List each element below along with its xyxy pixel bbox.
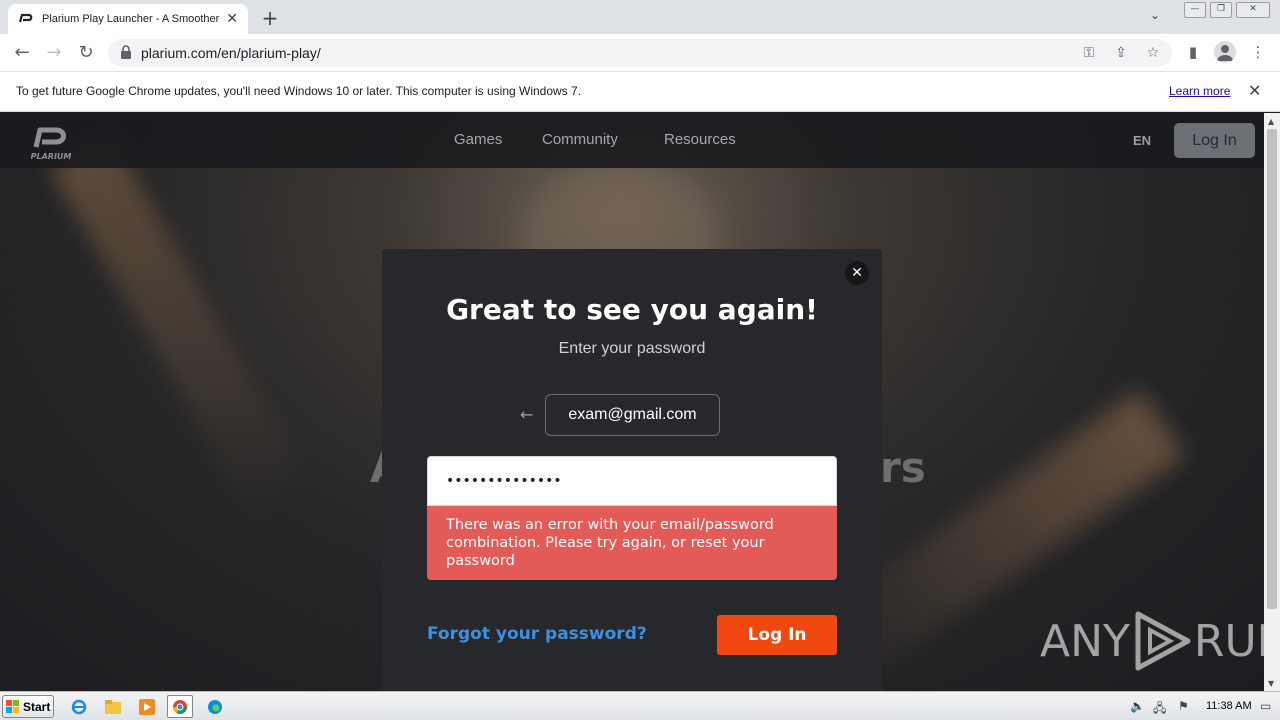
header-login-button[interactable]: Log In	[1174, 123, 1255, 158]
modal-close-icon[interactable]: ✕	[845, 261, 869, 285]
media-player-icon[interactable]	[134, 695, 160, 718]
error-message: There was an error with your email/passw…	[427, 506, 837, 580]
windows-taskbar: Start 🔈 🖧 ⚑ 11:38 AM ▭	[0, 691, 1280, 720]
chrome-icon[interactable]	[167, 695, 193, 718]
language-selector[interactable]: EN	[1133, 133, 1151, 148]
window-close-button[interactable]: ✕	[1236, 2, 1270, 18]
hero-heading-fragment: rs	[880, 443, 926, 492]
play-triangle-icon	[1135, 611, 1191, 671]
site-header: PLARIUM Games Community Resources EN Log…	[0, 113, 1264, 168]
learn-more-link[interactable]: Learn more	[1169, 84, 1230, 98]
scroll-up-arrow-icon[interactable]: ▲	[1268, 117, 1274, 126]
modal-subtitle: Enter your password	[558, 340, 706, 357]
anyrun-watermark: ANY RUN	[1040, 610, 1264, 672]
show-desktop-icon[interactable]: ▭	[1260, 699, 1271, 713]
modal-title: Great to see you again!	[446, 293, 818, 326]
side-panel-icon[interactable]: ▮	[1183, 43, 1203, 63]
minimize-button[interactable]: —	[1184, 2, 1206, 18]
tab-close-icon[interactable]: ✕	[226, 11, 238, 27]
tab-search-chevron-icon[interactable]: ⌄	[1150, 8, 1160, 22]
windows-logo-icon	[6, 699, 19, 713]
nav-games[interactable]: Games	[454, 131, 502, 148]
new-tab-button[interactable]: +	[258, 6, 282, 30]
logo-wordmark: PLARIUM	[31, 152, 72, 161]
file-explorer-icon[interactable]	[100, 695, 126, 718]
infobar-close-icon[interactable]: ✕	[1248, 81, 1261, 100]
page-scrollbar[interactable]: ▲ ▼	[1264, 113, 1280, 691]
forgot-password-link[interactable]: Forgot your password?	[427, 624, 647, 644]
nav-community[interactable]: Community	[542, 131, 618, 148]
login-submit-button[interactable]: Log In	[717, 615, 837, 655]
password-field[interactable]	[427, 456, 837, 506]
nav-resources[interactable]: Resources	[664, 131, 736, 148]
scroll-down-arrow-icon[interactable]: ▼	[1268, 679, 1274, 688]
plarium-logo[interactable]: PLARIUM	[24, 122, 78, 162]
scrollbar-thumb[interactable]	[1267, 129, 1277, 609]
hero-background-streak	[49, 133, 321, 533]
action-center-flag-icon[interactable]: ⚑	[1178, 699, 1189, 713]
browser-tab[interactable]: Plarium Play Launcher - A Smoother ✕	[8, 4, 248, 34]
watermark-text-right: RUN	[1193, 615, 1264, 667]
plarium-favicon-icon	[18, 13, 33, 23]
lock-icon	[121, 45, 131, 59]
reload-icon[interactable]: ↻	[75, 42, 97, 64]
profile-avatar-icon[interactable]	[1214, 41, 1236, 63]
back-arrow-icon[interactable]: ←	[11, 42, 33, 64]
volume-icon[interactable]: 🔈	[1130, 699, 1145, 713]
start-button[interactable]: Start	[2, 695, 54, 718]
taskbar-clock[interactable]: 11:38 AM	[1206, 700, 1252, 712]
update-infobar: To get future Google Chrome updates, you…	[0, 72, 1280, 112]
internet-explorer-icon[interactable]	[66, 695, 92, 718]
email-chip[interactable]: exam@gmail.com	[545, 394, 720, 436]
browser-toolbar: ← → ↻ plarium.com/en/plarium-play/ ⚿ ⇪ ☆…	[0, 34, 1280, 72]
watermark-text-left: ANY	[1040, 615, 1130, 667]
back-arrow-icon[interactable]: ←	[520, 405, 533, 424]
infobar-message: To get future Google Chrome updates, you…	[16, 84, 582, 98]
share-icon[interactable]: ⇪	[1112, 45, 1130, 63]
plarium-logo-icon: PLARIUM	[31, 127, 72, 161]
tab-strip: Plarium Play Launcher - A Smoother ✕ + ⌄…	[0, 0, 1280, 34]
network-icon[interactable]: 🖧	[1153, 699, 1166, 720]
tab-title: Plarium Play Launcher - A Smoother	[42, 13, 220, 25]
edge-icon[interactable]	[202, 695, 228, 718]
forward-arrow-icon[interactable]: →	[43, 42, 65, 64]
url-text: plarium.com/en/plarium-play/	[141, 45, 321, 61]
menu-kebab-icon[interactable]: ⋮	[1248, 43, 1268, 63]
start-label: Start	[23, 699, 51, 714]
key-icon[interactable]: ⚿	[1080, 45, 1098, 63]
bookmark-star-icon[interactable]: ☆	[1144, 45, 1162, 63]
maximize-button[interactable]: ❐	[1210, 2, 1232, 18]
address-bar[interactable]: plarium.com/en/plarium-play/ ⚿ ⇪ ☆	[108, 39, 1172, 67]
login-modal: ✕ Great to see you again! Enter your pas…	[382, 249, 882, 691]
